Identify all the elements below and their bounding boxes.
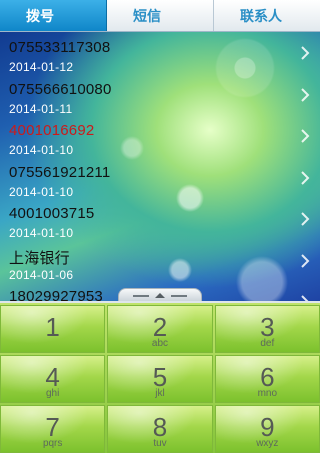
dialpad-key-2[interactable]: 2 abc (107, 305, 213, 353)
dialpad-key-4[interactable]: 4 ghi (0, 355, 106, 403)
chevron-right-icon[interactable] (300, 45, 310, 61)
call-log-number: 075533117308 (9, 39, 111, 56)
dialpad-key-1[interactable]: 1 (0, 305, 106, 353)
call-log-number: 上海银行 (9, 249, 70, 267)
handle-grip-line (171, 295, 187, 297)
call-log-list: 075533117308 2014-01-12 075566610080 201… (0, 33, 320, 301)
call-log-number: 4001003715 (9, 205, 95, 222)
chevron-right-icon[interactable] (300, 294, 310, 301)
call-log-date: 2014-01-06 (9, 267, 74, 282)
dialpad-key-3[interactable]: 3 def (214, 305, 320, 353)
chevron-right-icon[interactable] (300, 87, 310, 103)
call-log-row[interactable]: 上海银行 2014-01-06 (0, 241, 320, 283)
call-log-date: 2014-01-11 (9, 101, 73, 116)
dialpad-key-7[interactable]: 7 pqrs (0, 405, 106, 453)
call-log-date: 2014-01-12 (9, 60, 74, 74)
tab-dialer[interactable]: 拨号 (0, 0, 107, 31)
tab-messages[interactable]: 短信 (107, 0, 214, 31)
call-log-date: 2014-01-10 (9, 143, 74, 157)
key-letters: wxyz (256, 438, 279, 449)
key-digit: 1 (45, 312, 60, 342)
chevron-right-icon[interactable] (300, 211, 310, 227)
call-log-number: 075566610080 (9, 80, 112, 98)
call-log-row[interactable]: 075566610080 2014-01-11 (0, 75, 320, 117)
call-log-date: 2014-01-10 (9, 184, 74, 199)
chevron-right-icon[interactable] (300, 128, 310, 144)
key-letters: jkl (155, 388, 165, 399)
chevron-up-icon (155, 293, 165, 298)
call-log-row[interactable]: 075561921211 2014-01-10 (0, 158, 320, 200)
chevron-right-icon[interactable] (300, 170, 310, 186)
tab-contacts[interactable]: 联系人 (214, 0, 320, 31)
key-letters: ghi (45, 388, 60, 399)
call-log-number: 075561921211 (9, 163, 111, 181)
dialpad: 1 2 abc 3 def 4 ghi 5 jkl 6 mno 7 pqrs 8… (0, 301, 320, 453)
call-log-number: 18029927953 (9, 288, 103, 301)
key-letters: mno (257, 388, 278, 399)
chevron-right-icon[interactable] (300, 253, 310, 269)
key-letters: def (260, 338, 275, 349)
call-log-row[interactable]: 075533117308 2014-01-12 (0, 33, 320, 75)
key-letters: abc (151, 338, 169, 349)
dialpad-key-9[interactable]: 9 wxyz (214, 405, 320, 453)
key-letters: tuv (153, 438, 167, 449)
dialpad-key-5[interactable]: 5 jkl (107, 355, 213, 403)
tab-bar: 拨号 短信 联系人 (0, 0, 320, 32)
dialpad-toggle-handle[interactable] (118, 288, 202, 302)
handle-grip-line (133, 295, 149, 297)
call-log-number: 4001016692 (9, 122, 95, 139)
key-letters: pqrs (42, 438, 63, 449)
call-log-row[interactable]: 4001016692 2014-01-10 (0, 116, 320, 158)
call-log-row[interactable]: 4001003715 2014-01-10 (0, 199, 320, 241)
dialpad-key-8[interactable]: 8 tuv (107, 405, 213, 453)
call-log-date: 2014-01-10 (9, 226, 74, 240)
dialpad-key-6[interactable]: 6 mno (214, 355, 320, 403)
